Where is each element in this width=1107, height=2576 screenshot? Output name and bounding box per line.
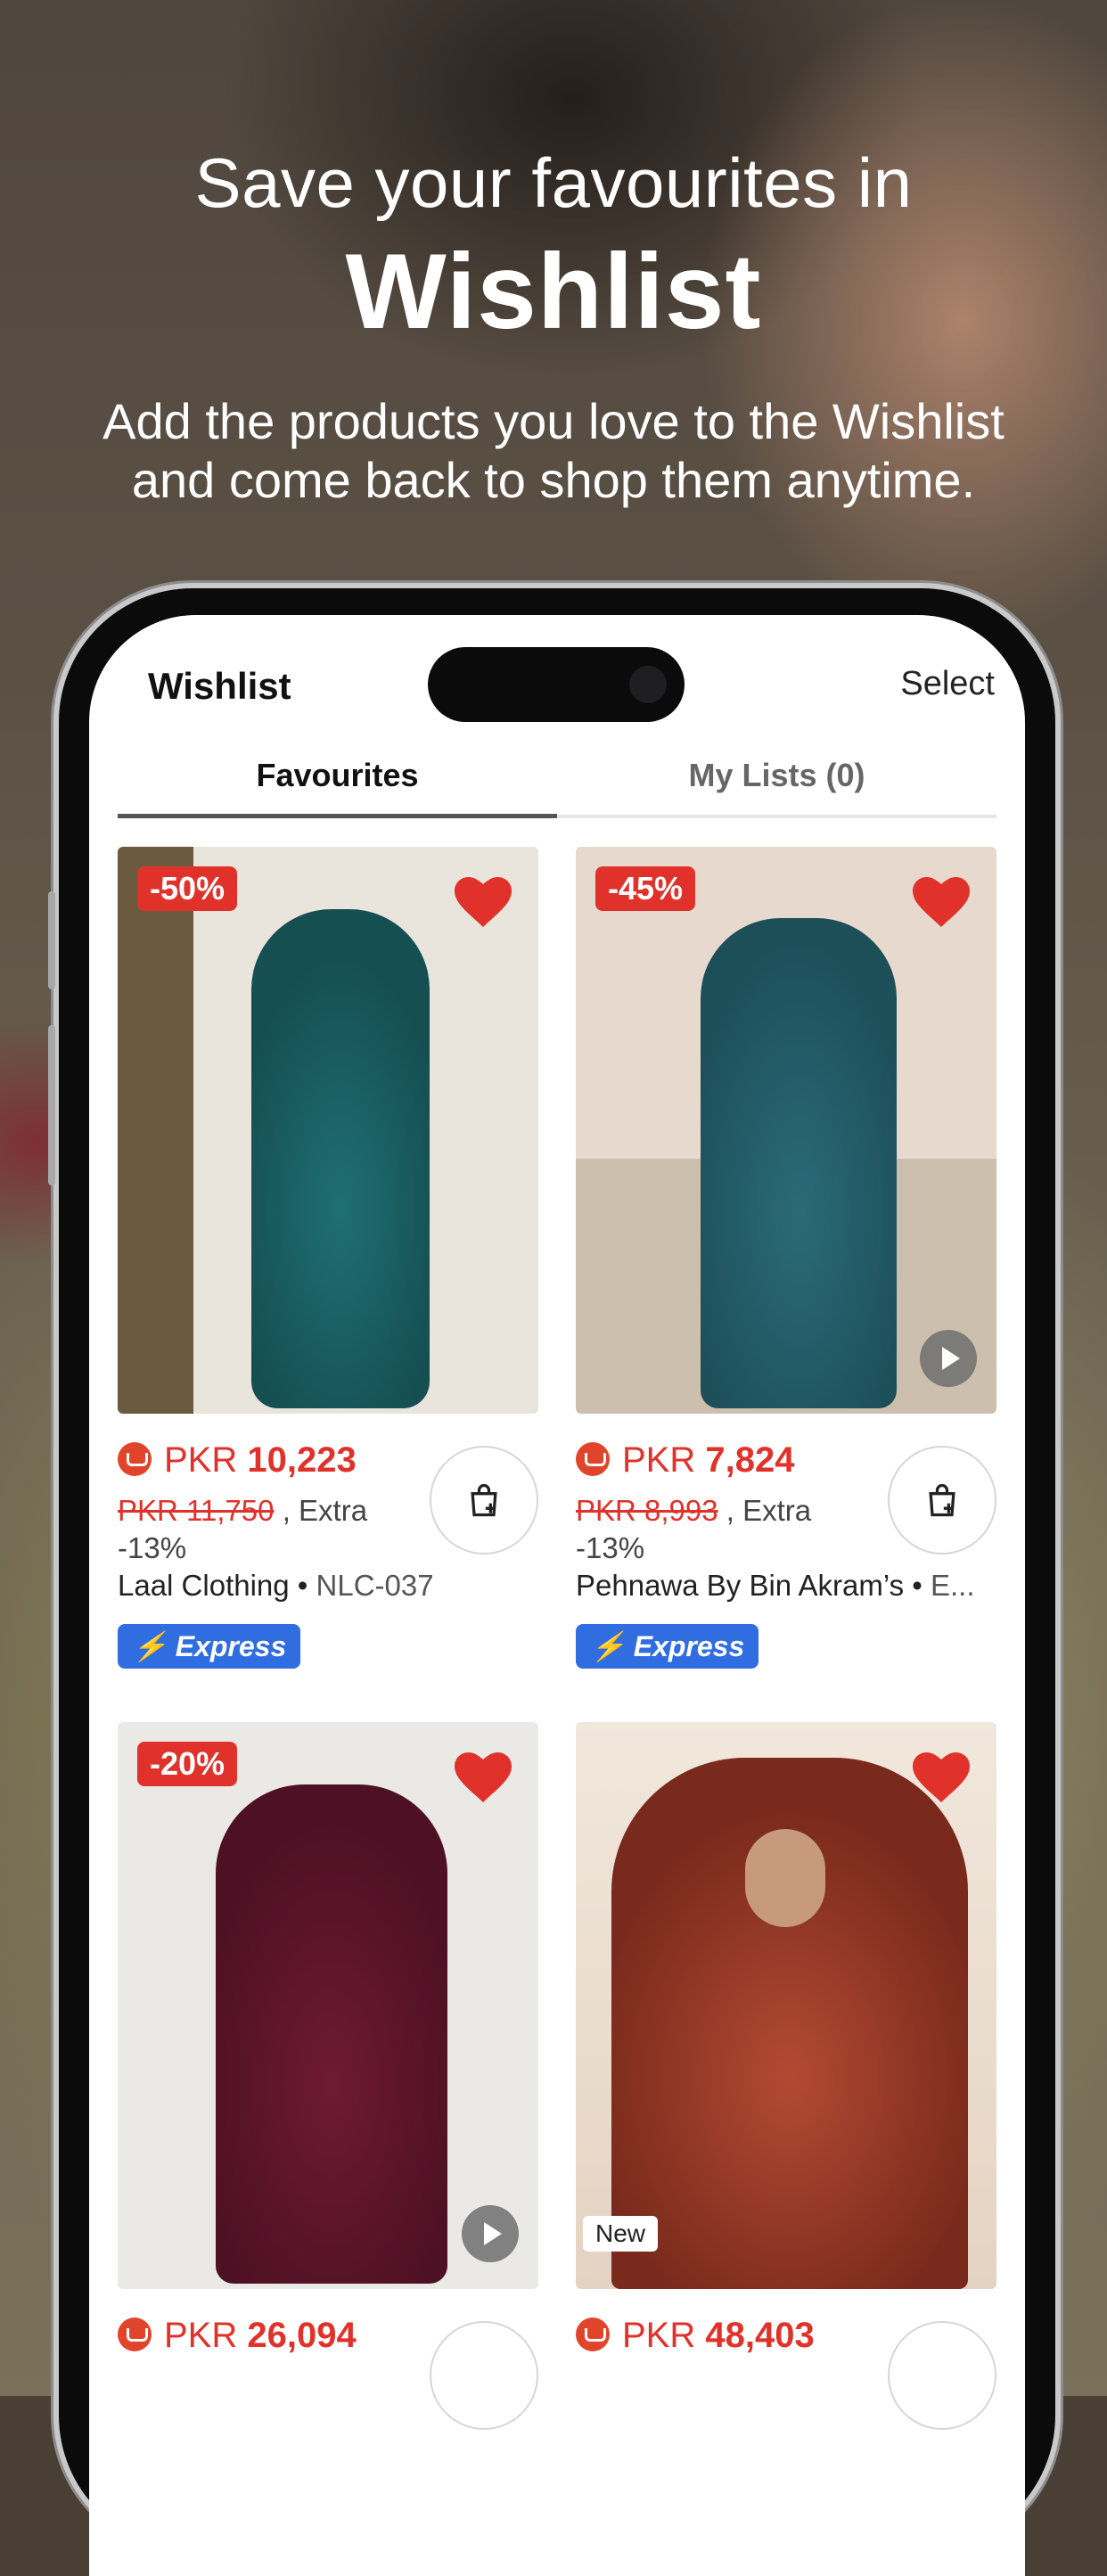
old-price: PKR 8,993 , Extra -13%	[576, 1494, 812, 1564]
add-to-cart-button[interactable]	[888, 2321, 996, 2430]
discount-badge: -45%	[595, 866, 696, 911]
page-title: Wishlist	[148, 665, 291, 707]
express-badge: ⚡ Express	[118, 1624, 301, 1669]
coin-icon	[118, 2318, 152, 2351]
play-video-icon[interactable]	[462, 2205, 519, 2262]
coin-icon	[576, 2318, 610, 2351]
add-to-cart-button[interactable]	[430, 2321, 538, 2430]
brand-label: Pehnawa By Bin Akram’s • E...	[576, 1569, 975, 1602]
app-screen: Wishlist Select Favourites My Lists (0) …	[89, 615, 1025, 2576]
shopping-bag-icon	[471, 1483, 497, 1517]
heart-icon[interactable]	[455, 877, 512, 927]
shopping-bag-icon	[929, 1483, 955, 1517]
price: PKR 26,094	[118, 2316, 357, 2356]
coin-icon	[118, 1442, 152, 1476]
tab-my-lists[interactable]: My Lists (0)	[557, 749, 996, 815]
price: PKR 10,223	[118, 1440, 357, 1481]
add-to-cart-button[interactable]	[888, 1446, 996, 1555]
tab-favourites[interactable]: Favourites	[118, 749, 557, 818]
price: PKR 7,824	[576, 1440, 794, 1481]
discount-badge: -20%	[137, 1742, 238, 1786]
phone-frame: Wishlist Select Favourites My Lists (0) …	[48, 588, 1055, 2576]
tab-bar: Favourites My Lists (0)	[118, 749, 996, 818]
old-price: PKR 11,750 , Extra -13%	[118, 1494, 368, 1564]
coin-icon	[576, 1442, 610, 1476]
hero-title: Wishlist	[345, 232, 762, 351]
product-image[interactable]: -50%	[118, 847, 538, 1414]
express-badge: ⚡ Express	[576, 1624, 759, 1669]
hero-heading: Save your favourites in	[194, 144, 913, 222]
heart-icon[interactable]	[913, 1752, 970, 1802]
brand-label: Laal Clothing • NLC-037	[118, 1569, 434, 1602]
price: PKR 48,403	[576, 2316, 815, 2356]
hero-subtitle: Add the products you love to the Wishlis…	[102, 393, 1004, 508]
heart-icon[interactable]	[913, 877, 970, 927]
discount-badge: -50%	[137, 866, 238, 911]
dynamic-island	[428, 647, 685, 722]
new-badge: New	[583, 2216, 659, 2252]
product-image[interactable]: New	[576, 1722, 996, 2289]
play-video-icon[interactable]	[920, 1330, 977, 1387]
product-image[interactable]: -45%	[576, 847, 996, 1414]
add-to-cart-button[interactable]	[430, 1446, 538, 1555]
heart-icon[interactable]	[455, 1752, 512, 1802]
select-button[interactable]: Select	[900, 665, 995, 703]
product-image[interactable]: -20%	[118, 1722, 538, 2289]
